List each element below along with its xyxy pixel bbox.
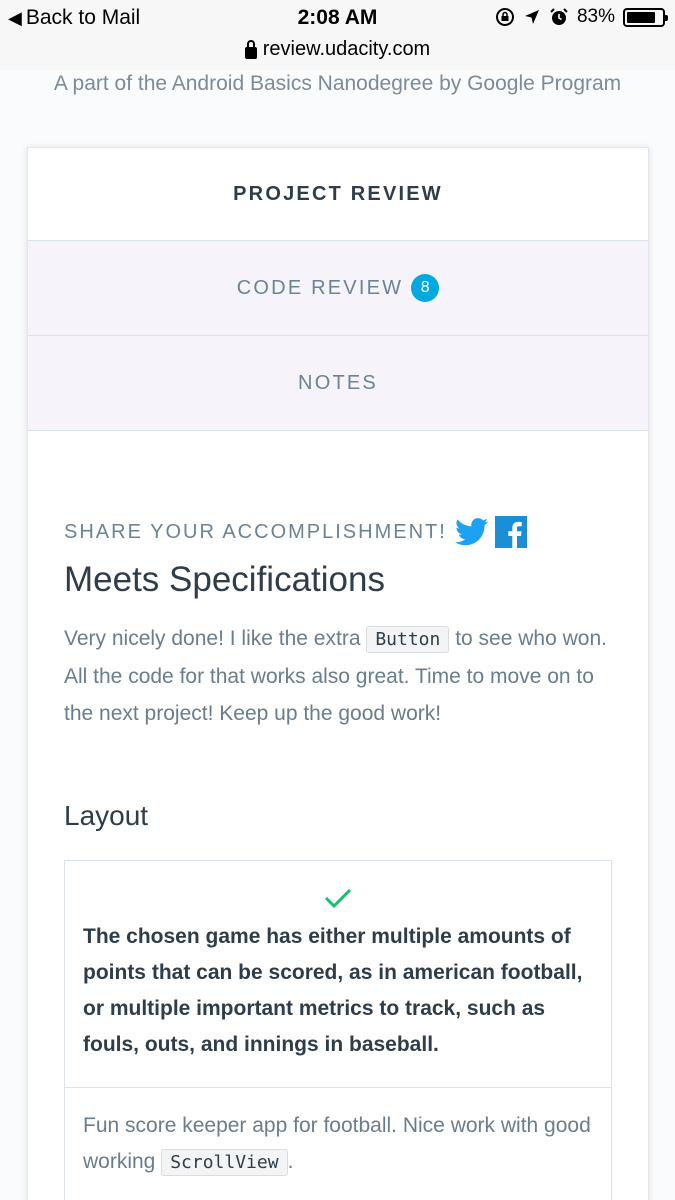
program-subtitle: A part of the Android Basics Nanodegree … [53, 72, 622, 95]
result-title: Meets Specifications [64, 560, 385, 599]
battery-percent: 83% [576, 6, 615, 27]
rubric-comment: Fun score keeper app for football. Nice … [65, 1088, 611, 1200]
lock-icon [244, 39, 257, 59]
status-bar: ◀ Back to Mail 2:08 AM 83% review.udacit… [0, 0, 675, 70]
status-icons: 83% [495, 6, 668, 28]
comment-text: Fun score keeper app for football. Nice … [83, 1114, 591, 1173]
url-bar[interactable]: review.udacity.com [0, 38, 675, 61]
tab-code-review[interactable]: CODE REVIEW 8 [28, 241, 648, 336]
scrollview-code: ScrollView [161, 1149, 288, 1176]
summary-text: Very nicely done! I like the extra [64, 627, 367, 650]
section-title: Layout [64, 800, 149, 831]
facebook-icon[interactable] [494, 516, 527, 548]
location-arrow-icon [524, 10, 539, 24]
tab-project-review[interactable]: PROJECT REVIEW [28, 148, 648, 241]
tab-label: CODE REVIEW [236, 276, 404, 299]
reviewer-summary: Very nicely done! I like the extra Butto… [64, 620, 612, 732]
rubric-criterion: The chosen game has either multiple amou… [83, 925, 583, 1056]
code-review-count-badge: 8 [411, 274, 440, 302]
checkmark-icon [83, 887, 593, 909]
button-code: Button [366, 626, 450, 653]
share-label: SHARE YOUR ACCOMPLISHMENT! [64, 520, 447, 543]
alarm-icon [550, 8, 568, 25]
tab-notes[interactable]: NOTES [28, 336, 648, 431]
rubric-item: The chosen game has either multiple amou… [64, 860, 612, 1200]
review-card: PROJECT REVIEW CODE REVIEW 8 NOTES SHARE… [27, 147, 649, 1200]
tab-label: NOTES [298, 371, 378, 394]
rotation-lock-icon [495, 8, 514, 26]
battery-icon [623, 7, 668, 27]
share-row: SHARE YOUR ACCOMPLISHMENT! [64, 516, 612, 548]
url-text: review.udacity.com [262, 38, 431, 60]
twitter-icon[interactable] [454, 518, 489, 546]
tab-label: PROJECT REVIEW [233, 182, 443, 205]
comment-text-end: . [287, 1150, 294, 1173]
